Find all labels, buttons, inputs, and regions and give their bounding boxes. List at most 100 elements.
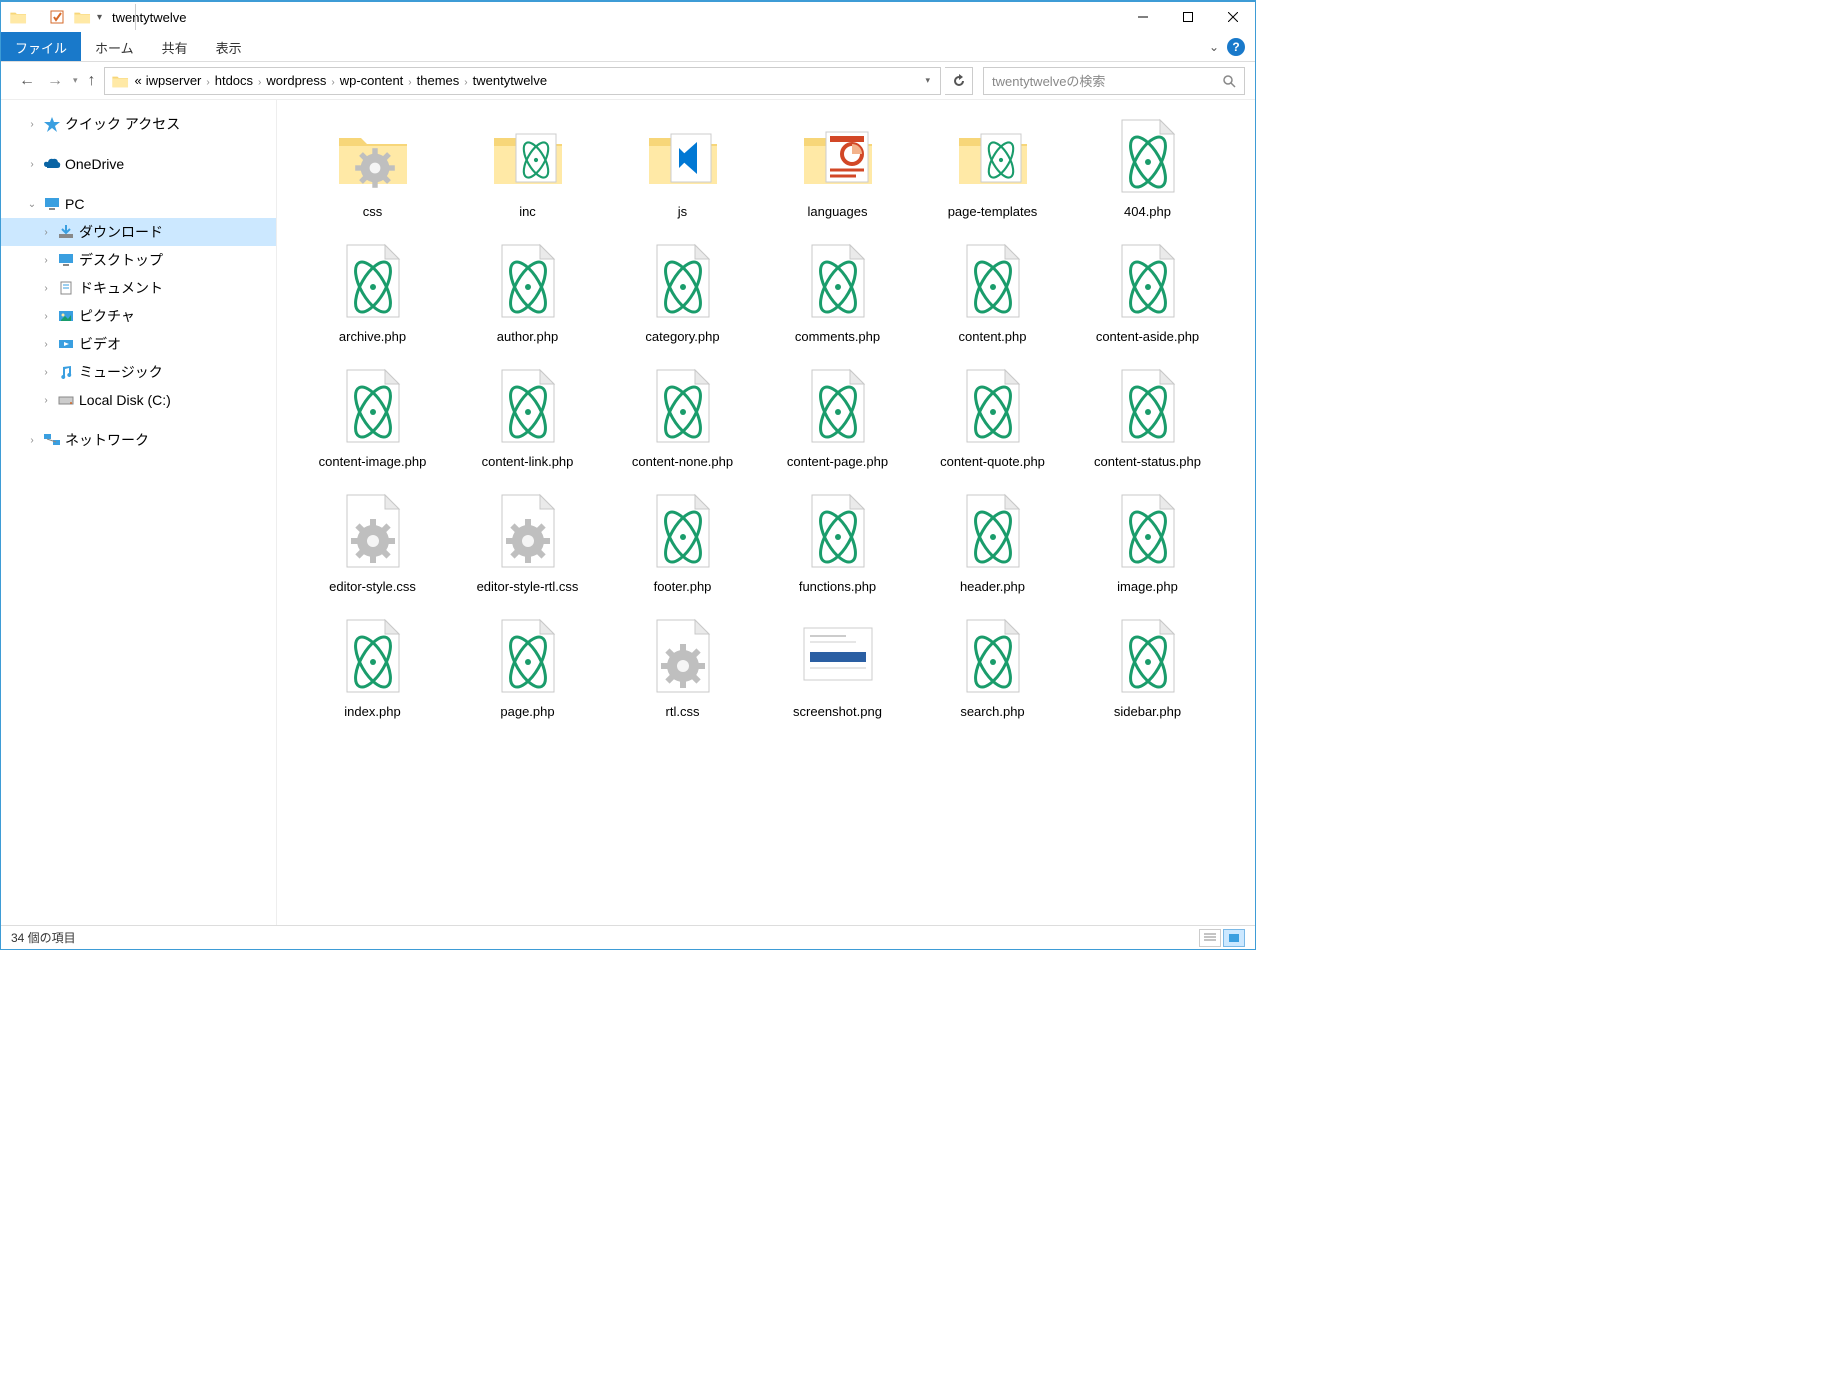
file-item[interactable]: category.php xyxy=(605,239,760,346)
file-item[interactable]: image.php xyxy=(1070,489,1225,596)
close-button[interactable] xyxy=(1210,3,1255,32)
chevron-right-icon[interactable]: › xyxy=(203,77,212,88)
file-item[interactable]: content.php xyxy=(915,239,1070,346)
chevron-right-icon[interactable]: › xyxy=(39,395,53,406)
folder-item[interactable]: inc xyxy=(450,114,605,221)
chevron-right-icon[interactable]: › xyxy=(39,311,53,322)
ribbon-tab-view[interactable]: 表示 xyxy=(202,32,256,61)
file-item[interactable]: content-none.php xyxy=(605,364,760,471)
qat-customize-icon[interactable]: ▾ xyxy=(97,12,102,23)
file-item[interactable]: content-status.php xyxy=(1070,364,1225,471)
breadcrumb-themes[interactable]: themes xyxy=(415,73,462,88)
file-item[interactable]: content-aside.php xyxy=(1070,239,1225,346)
file-icon xyxy=(1106,489,1190,573)
file-item[interactable]: content-image.php xyxy=(295,364,450,471)
folder-item[interactable]: languages xyxy=(760,114,915,221)
tree-item[interactable]: › デスクトップ xyxy=(1,246,276,274)
chevron-right-icon[interactable]: › xyxy=(25,435,39,446)
file-item[interactable]: comments.php xyxy=(760,239,915,346)
ribbon-expand-icon[interactable]: ⌄ xyxy=(1209,40,1219,54)
tree-item-label: ドキュメント xyxy=(79,278,163,298)
folder-item[interactable]: css xyxy=(295,114,450,221)
chevron-right-icon[interactable]: › xyxy=(255,77,264,88)
file-item[interactable]: functions.php xyxy=(760,489,915,596)
file-item[interactable]: content-quote.php xyxy=(915,364,1070,471)
search-box[interactable]: twentytwelveの検索 xyxy=(983,67,1245,95)
chevron-down-icon[interactable]: ⌄ xyxy=(25,199,39,210)
tree-onedrive[interactable]: › OneDrive xyxy=(1,150,276,178)
tree-pc[interactable]: ⌄ PC xyxy=(1,190,276,218)
chevron-right-icon[interactable]: › xyxy=(39,255,53,266)
tree-quick-access[interactable]: › クイック アクセス xyxy=(1,110,276,138)
chevron-right-icon[interactable]: › xyxy=(25,159,39,170)
chevron-right-icon[interactable]: › xyxy=(328,77,337,88)
tree-item-label: デスクトップ xyxy=(79,250,163,270)
file-item[interactable]: author.php xyxy=(450,239,605,346)
nav-history-dropdown[interactable]: ▾ xyxy=(71,75,80,86)
breadcrumb-iwpserver[interactable]: iwpserver xyxy=(144,73,204,88)
chevron-right-icon[interactable]: › xyxy=(39,283,53,294)
breadcrumb-overflow[interactable]: « xyxy=(133,73,144,88)
file-item[interactable]: footer.php xyxy=(605,489,760,596)
tree-item[interactable]: › ドキュメント xyxy=(1,274,276,302)
breadcrumb-twentytwelve[interactable]: twentytwelve xyxy=(471,73,549,88)
folder-icon xyxy=(57,280,75,296)
chevron-right-icon[interactable]: › xyxy=(39,367,53,378)
file-item[interactable]: index.php xyxy=(295,614,450,721)
file-item[interactable]: editor-style.css xyxy=(295,489,450,596)
chevron-right-icon[interactable]: › xyxy=(39,227,53,238)
qat-properties-icon[interactable] xyxy=(49,9,67,25)
tree-network[interactable]: › ネットワーク xyxy=(1,426,276,454)
file-item[interactable]: search.php xyxy=(915,614,1070,721)
folder-item[interactable]: js xyxy=(605,114,760,221)
file-icon xyxy=(796,489,880,573)
file-item[interactable]: 404.php xyxy=(1070,114,1225,221)
chevron-right-icon[interactable]: › xyxy=(405,77,414,88)
ribbon-tab-home[interactable]: ホーム xyxy=(81,32,148,61)
folder-icon xyxy=(57,392,75,408)
address-folder-icon xyxy=(111,73,129,89)
nav-up-button[interactable]: ↑ xyxy=(88,72,96,90)
file-item[interactable]: content-link.php xyxy=(450,364,605,471)
refresh-button[interactable] xyxy=(945,67,973,95)
tree-item[interactable]: ›ダウンロード xyxy=(1,218,276,246)
qat-newfolder-icon[interactable] xyxy=(73,9,91,25)
chevron-right-icon[interactable]: › xyxy=(461,77,470,88)
file-item[interactable]: page.php xyxy=(450,614,605,721)
view-large-icons-button[interactable] xyxy=(1223,929,1245,947)
file-item[interactable]: screenshot.png xyxy=(760,614,915,721)
chevron-right-icon[interactable]: › xyxy=(39,339,53,350)
chevron-right-icon[interactable]: › xyxy=(25,119,39,130)
tree-item[interactable]: ›Local Disk (C:) xyxy=(1,386,276,414)
file-item[interactable]: header.php xyxy=(915,489,1070,596)
file-icon xyxy=(641,614,725,698)
maximize-button[interactable] xyxy=(1165,3,1210,32)
breadcrumb-wp-content[interactable]: wp-content xyxy=(338,73,406,88)
tree-item[interactable]: ›ビデオ xyxy=(1,330,276,358)
file-item[interactable]: content-page.php xyxy=(760,364,915,471)
folder-item[interactable]: page-templates xyxy=(915,114,1070,221)
tree-item[interactable]: ›ピクチャ xyxy=(1,302,276,330)
file-icon xyxy=(486,239,570,323)
nav-back-button[interactable]: ← xyxy=(15,69,39,93)
file-item[interactable]: sidebar.php xyxy=(1070,614,1225,721)
view-details-button[interactable] xyxy=(1199,929,1221,947)
breadcrumb-htdocs[interactable]: htdocs xyxy=(213,73,255,88)
help-icon[interactable]: ? xyxy=(1227,38,1245,56)
file-list[interactable]: css incjslanguagespage-templates404.php ar… xyxy=(277,100,1255,925)
file-item[interactable]: rtl.css xyxy=(605,614,760,721)
file-name: comments.php xyxy=(795,329,880,346)
address-dropdown-icon[interactable]: ▾ xyxy=(919,75,936,86)
ribbon-tab-file[interactable]: ファイル xyxy=(1,32,81,61)
address-bar[interactable]: « iwpserver›htdocs›wordpress›wp-content›… xyxy=(104,67,941,95)
folder-icon xyxy=(57,252,75,268)
file-name: css xyxy=(363,204,383,221)
file-item[interactable]: archive.php xyxy=(295,239,450,346)
breadcrumb-wordpress[interactable]: wordpress xyxy=(264,73,328,88)
nav-forward-button[interactable]: → xyxy=(43,69,67,93)
minimize-button[interactable] xyxy=(1120,3,1165,32)
search-icon xyxy=(1222,74,1236,88)
file-item[interactable]: editor-style-rtl.css xyxy=(450,489,605,596)
tree-item[interactable]: ›ミュージック xyxy=(1,358,276,386)
ribbon-tab-share[interactable]: 共有 xyxy=(148,32,202,61)
